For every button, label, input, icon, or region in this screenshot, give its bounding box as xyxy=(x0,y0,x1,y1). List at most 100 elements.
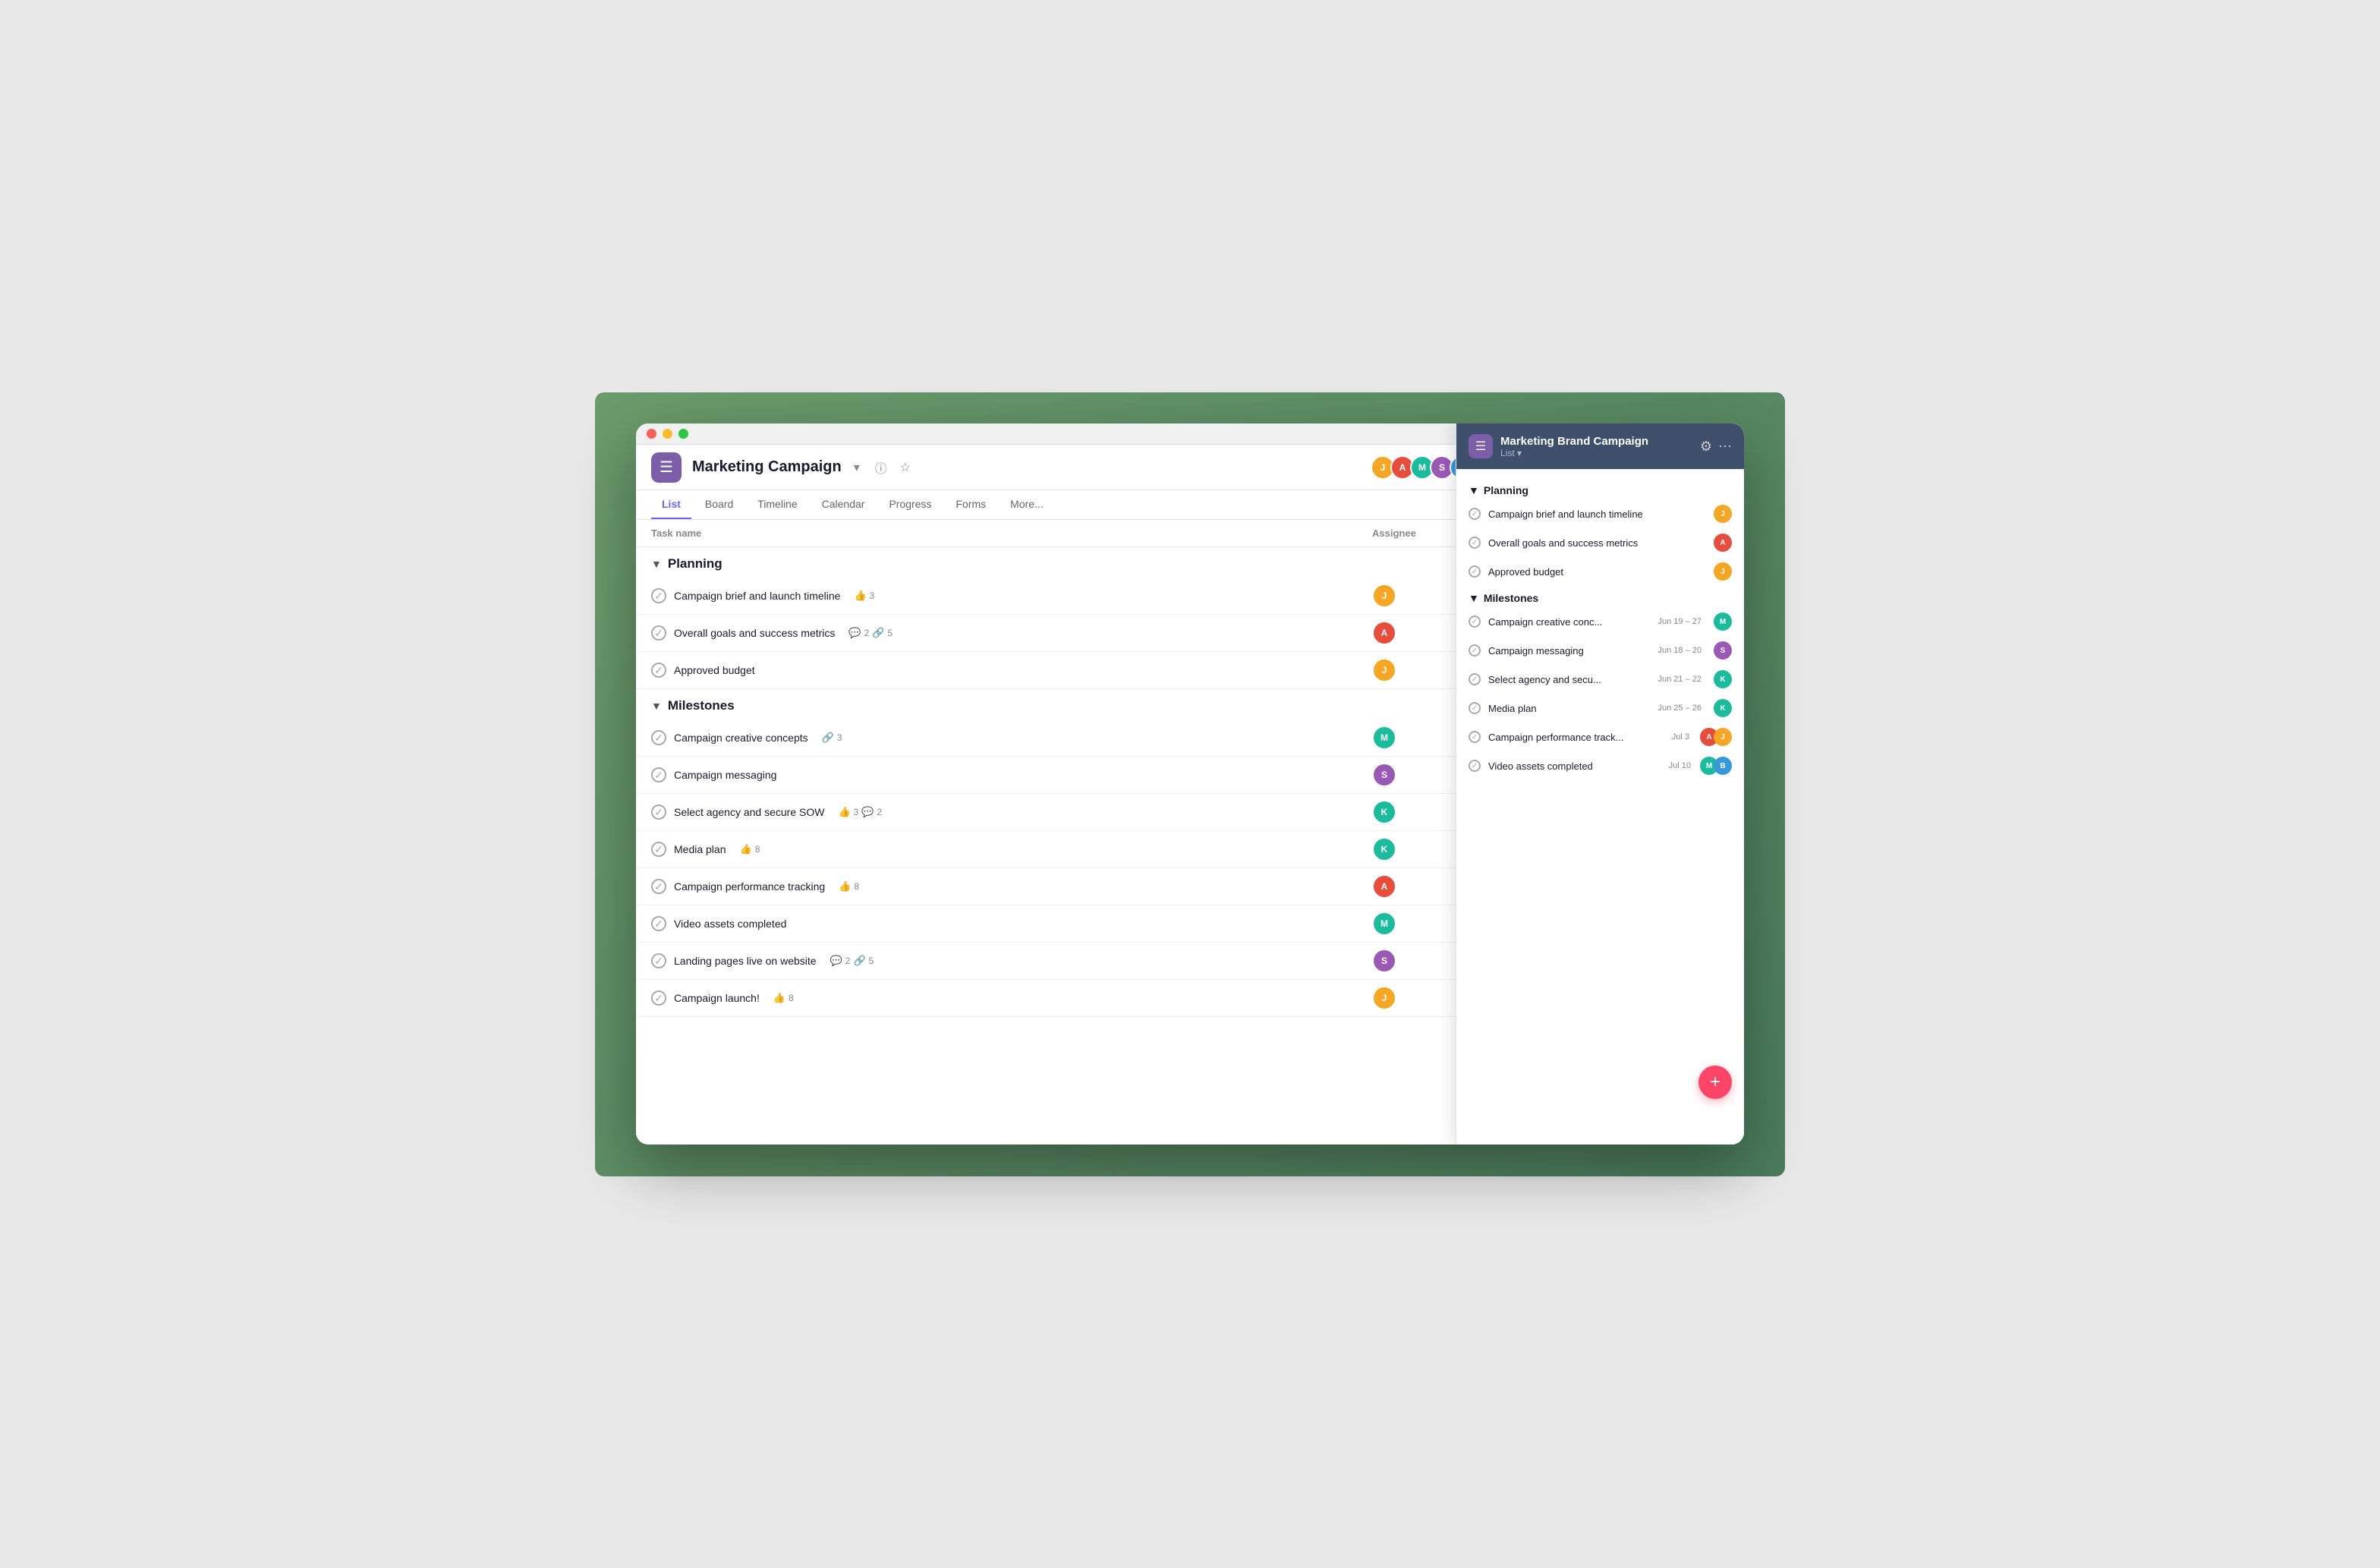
app-icon: ☰ xyxy=(651,452,682,483)
popup-title-area: Marketing Brand Campaign List ▾ xyxy=(1500,435,1648,458)
info-btn[interactable]: ⓘ xyxy=(872,458,890,477)
popup-task-name: Select agency and secu... xyxy=(1488,674,1651,685)
popup-app-icon: ☰ xyxy=(1469,434,1493,458)
task-name: Campaign creative concepts xyxy=(674,732,808,744)
popup-task-name: Campaign creative conc... xyxy=(1488,616,1651,628)
task-check[interactable]: ✓ xyxy=(651,804,666,820)
popup-assignee-avatar: J xyxy=(1714,562,1732,581)
planning-title: Planning xyxy=(668,556,722,571)
app-icon-symbol: ☰ xyxy=(660,458,673,477)
popup-date: Jul 3 xyxy=(1672,732,1689,741)
link-icon: 🔗 xyxy=(853,955,865,967)
task-name-cell: ✓ Campaign messaging xyxy=(651,767,1372,782)
close-dot[interactable] xyxy=(647,429,656,439)
task-check[interactable]: ✓ xyxy=(651,625,666,641)
milestones-arrow[interactable]: ▼ xyxy=(651,700,662,712)
planning-arrow[interactable]: ▼ xyxy=(651,558,662,570)
assignee-avatar: S xyxy=(1372,949,1396,973)
tab-list[interactable]: List xyxy=(651,490,691,519)
tab-more[interactable]: More... xyxy=(1000,490,1054,519)
popup-task-check[interactable]: ✓ xyxy=(1469,508,1481,520)
task-name: Select agency and secure SOW xyxy=(674,806,824,818)
link-count: 5 xyxy=(869,956,874,966)
popup-planning-arrow[interactable]: ▼ xyxy=(1469,484,1479,496)
task-name: Overall goals and success metrics xyxy=(674,627,835,639)
task-check[interactable]: ✓ xyxy=(651,879,666,894)
desktop-background: ☰ Marketing Campaign ▾ ⓘ ☆ J A M S B 🔍 xyxy=(595,392,1785,1176)
assignee-avatar: J xyxy=(1372,658,1396,682)
milestones-title: Milestones xyxy=(668,698,735,713)
assignee-avatar: J xyxy=(1372,986,1396,1010)
popup-milestones-arrow[interactable]: ▼ xyxy=(1469,592,1479,604)
popup-task-name: Campaign performance track... xyxy=(1488,732,1664,743)
popup-date: Jun 21 – 22 xyxy=(1658,675,1702,684)
task-name-cell: ✓ Media plan 👍 8 xyxy=(651,842,1372,857)
task-check[interactable]: ✓ xyxy=(651,990,666,1006)
task-check[interactable]: ✓ xyxy=(651,767,666,782)
star-btn[interactable]: ☆ xyxy=(896,458,915,477)
popup-task-name: Campaign messaging xyxy=(1488,645,1651,656)
popup-task-name: Media plan xyxy=(1488,703,1651,714)
popup-filter-btn[interactable]: ⚙ xyxy=(1700,439,1712,455)
popup-task-check[interactable]: ✓ xyxy=(1469,565,1481,578)
popup-task-row[interactable]: ✓ Campaign creative conc... Jun 19 – 27 … xyxy=(1456,607,1744,636)
popup-task-row[interactable]: ✓ Campaign messaging Jun 18 – 20 S xyxy=(1456,636,1744,665)
task-name: Campaign performance tracking xyxy=(674,880,825,893)
popup-task-name: Video assets completed xyxy=(1488,760,1661,772)
task-name-cell: ✓ Select agency and secure SOW 👍 3 💬 2 xyxy=(651,804,1372,820)
task-check[interactable]: ✓ xyxy=(651,842,666,857)
popup-task-check[interactable]: ✓ xyxy=(1469,673,1481,685)
dropdown-arrow-btn[interactable]: ▾ xyxy=(848,458,866,477)
popup-task-check[interactable]: ✓ xyxy=(1469,731,1481,743)
tab-forms[interactable]: Forms xyxy=(946,490,997,519)
popup-task-row[interactable]: ✓ Select agency and secu... Jun 21 – 22 … xyxy=(1456,665,1744,694)
popup-assignee-avatar: K xyxy=(1714,670,1732,688)
popup-header: ☰ Marketing Brand Campaign List ▾ ⚙ ⋯ xyxy=(1456,423,1744,469)
task-check[interactable]: ✓ xyxy=(651,588,666,603)
popup-task-row[interactable]: ✓ Campaign brief and launch timeline J xyxy=(1456,499,1744,528)
popup-date: Jun 25 – 26 xyxy=(1658,704,1702,713)
assignee-avatar: A xyxy=(1372,621,1396,645)
task-check[interactable]: ✓ xyxy=(651,663,666,678)
task-name-cell: ✓ Campaign performance tracking 👍 8 xyxy=(651,879,1372,894)
popup-task-check[interactable]: ✓ xyxy=(1469,702,1481,714)
popup-date: Jun 18 – 20 xyxy=(1658,646,1702,655)
task-name: Media plan xyxy=(674,843,726,855)
col-task-name: Task name xyxy=(651,527,1372,539)
tab-timeline[interactable]: Timeline xyxy=(747,490,808,519)
task-name: Campaign messaging xyxy=(674,769,776,781)
popup-task-row[interactable]: ✓ Overall goals and success metrics A xyxy=(1456,528,1744,557)
popup-task-row[interactable]: ✓ Media plan Jun 25 – 26 K xyxy=(1456,694,1744,723)
like-count: 8 xyxy=(789,993,794,1003)
task-check[interactable]: ✓ xyxy=(651,953,666,968)
popup-fab-button[interactable]: + xyxy=(1698,1066,1732,1099)
task-check[interactable]: ✓ xyxy=(651,730,666,745)
task-name: Landing pages live on website xyxy=(674,955,817,967)
task-meta: 👍 8 xyxy=(839,880,859,893)
popup-task-row[interactable]: ✓ Approved budget J xyxy=(1456,557,1744,586)
tab-board[interactable]: Board xyxy=(694,490,744,519)
app-window: ☰ Marketing Campaign ▾ ⓘ ☆ J A M S B 🔍 xyxy=(636,423,1744,1145)
task-name: Video assets completed xyxy=(674,918,786,930)
task-meta: 🔗 3 xyxy=(822,732,842,744)
tab-progress[interactable]: Progress xyxy=(878,490,942,519)
popup-task-check[interactable]: ✓ xyxy=(1469,644,1481,656)
tab-calendar[interactable]: Calendar xyxy=(811,490,876,519)
like-count: 3 xyxy=(870,590,875,601)
task-check[interactable]: ✓ xyxy=(651,916,666,931)
popup-more-btn[interactable]: ⋯ xyxy=(1718,439,1732,455)
popup-task-row[interactable]: ✓ Campaign performance track... Jul 3 A … xyxy=(1456,723,1744,751)
comment-icon: 💬 xyxy=(861,806,874,818)
maximize-dot[interactable] xyxy=(678,429,688,439)
minimize-dot[interactable] xyxy=(663,429,672,439)
popup-task-check[interactable]: ✓ xyxy=(1469,760,1481,772)
popup-body: ▼ Planning ✓ Campaign brief and launch t… xyxy=(1456,469,1744,1145)
popup-task-row[interactable]: ✓ Video assets completed Jul 10 M B xyxy=(1456,751,1744,780)
assignee-avatar: S xyxy=(1372,763,1396,787)
popup-task-check[interactable]: ✓ xyxy=(1469,537,1481,549)
popup-task-check[interactable]: ✓ xyxy=(1469,616,1481,628)
popup-assignee-avatar: M xyxy=(1714,612,1732,631)
task-name-cell: ✓ Landing pages live on website 💬 2 🔗 5 xyxy=(651,953,1372,968)
comment-count: 2 xyxy=(845,956,851,966)
popup-task-name: Overall goals and success metrics xyxy=(1488,537,1706,549)
